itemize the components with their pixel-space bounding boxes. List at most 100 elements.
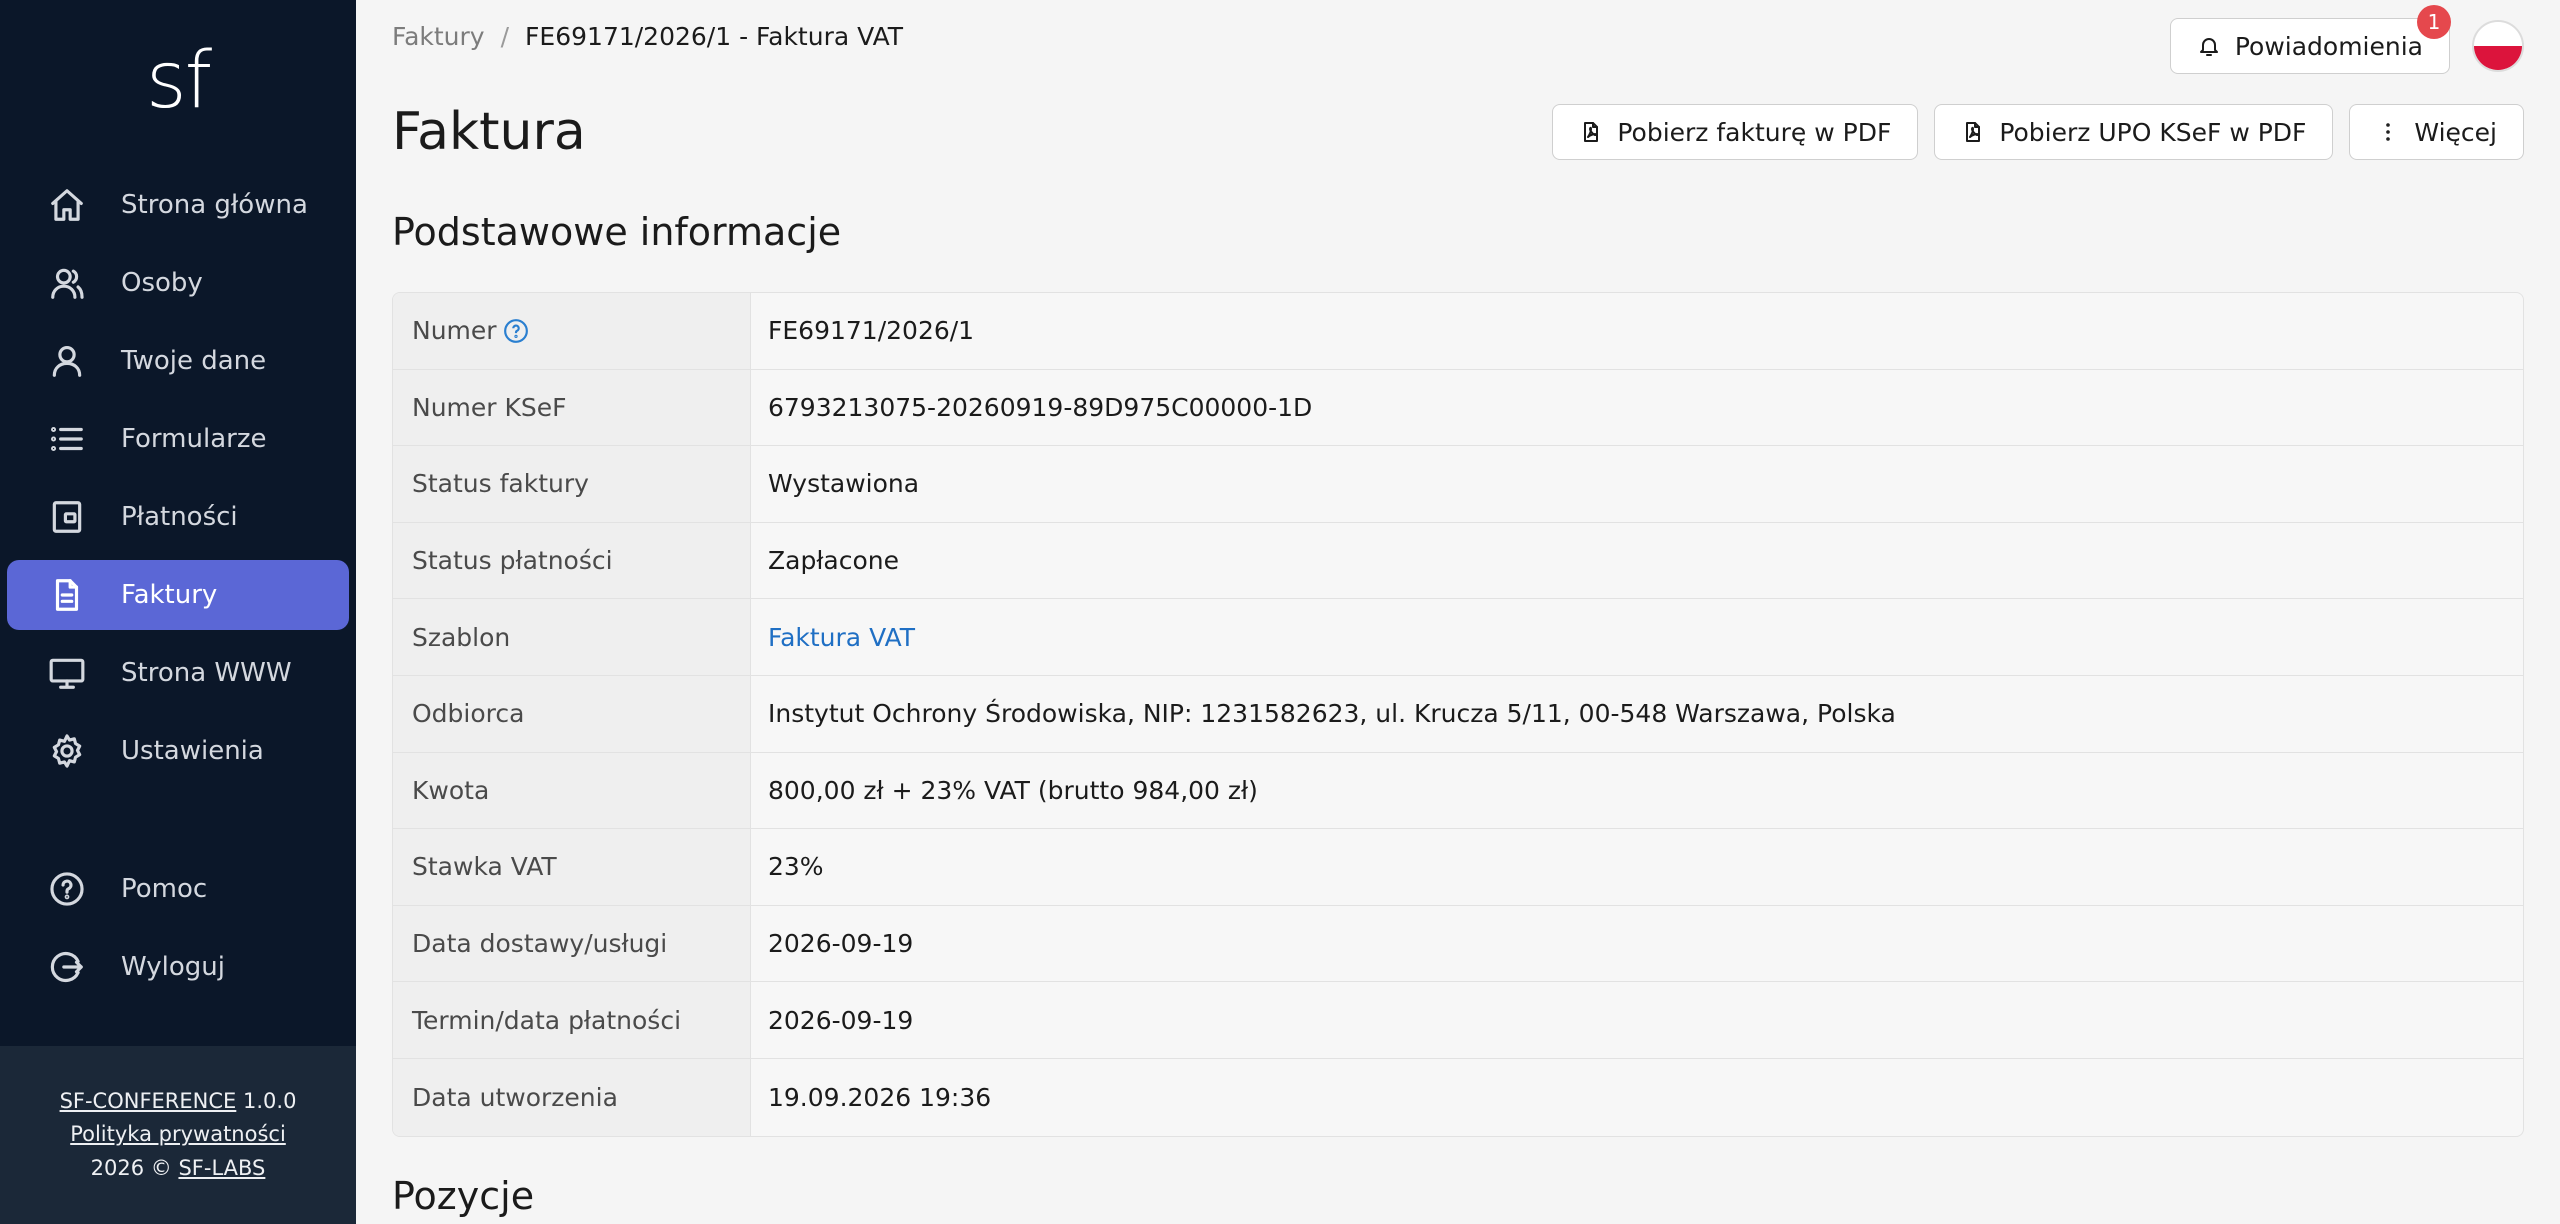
gear-icon bbox=[47, 731, 87, 771]
table-row: Stawka VAT 23% bbox=[393, 829, 2523, 906]
table-row: Termin/data płatności 2026-09-19 bbox=[393, 982, 2523, 1059]
page-actions: Pobierz fakturę w PDF Pobierz UPO KSeF w… bbox=[1552, 104, 2524, 160]
company-link[interactable]: SF-LABS bbox=[178, 1156, 265, 1180]
document-icon bbox=[47, 575, 87, 615]
people-icon bbox=[47, 263, 87, 303]
page-title: Faktura bbox=[392, 102, 586, 162]
download-upo-pdf-label: Pobierz UPO KSeF w PDF bbox=[1999, 117, 2307, 147]
download-upo-pdf-button[interactable]: Pobierz UPO KSeF w PDF bbox=[1934, 104, 2334, 160]
more-label: Więcej bbox=[2414, 117, 2497, 147]
invoice-details-table: Numer FE69171/2026/1 Numer KSeF 67932130… bbox=[392, 292, 2524, 1137]
row-label-text: Numer bbox=[412, 316, 497, 346]
notifications-button[interactable]: Powiadomienia 1 bbox=[2169, 5, 2451, 74]
section-title-items: Pozycje bbox=[392, 1174, 535, 1218]
row-value: 23% bbox=[768, 852, 824, 882]
row-value: Wystawiona bbox=[768, 469, 920, 499]
sidebar-item-profile[interactable]: Twoje dane bbox=[7, 326, 349, 396]
sidebar-item-label: Strona główna bbox=[121, 190, 308, 220]
row-value: 19.09.2026 19:36 bbox=[768, 1082, 992, 1112]
sidebar-item-label: Faktury bbox=[121, 580, 218, 610]
row-label: Status faktury bbox=[393, 446, 751, 522]
sidebar-item-label: Twoje dane bbox=[121, 346, 267, 376]
table-row: Numer KSeF 6793213075-20260919-89D975C00… bbox=[393, 369, 2523, 447]
breadcrumb: Faktury / FE69171/2026/1 - Faktura VAT bbox=[392, 22, 903, 51]
question-circle-icon[interactable] bbox=[503, 318, 529, 344]
table-row: Szablon Faktura VAT bbox=[393, 599, 2523, 676]
section-title-basic-info: Podstawowe informacje bbox=[392, 210, 842, 254]
pdf-file-icon bbox=[1584, 122, 1599, 142]
monitor-icon bbox=[47, 653, 87, 693]
breadcrumb-current: FE69171/2026/1 - Faktura VAT bbox=[525, 22, 904, 51]
sidebar-item-logout[interactable]: Wyloguj bbox=[7, 932, 349, 1002]
row-value: 2026-09-19 bbox=[768, 929, 914, 959]
main-nav: Strona główna Osoby Twoje dane Formularz… bbox=[0, 170, 356, 794]
row-value: 6793213075-20260919-89D975C00000-1D bbox=[768, 392, 1313, 422]
notifications-label: Powiadomienia bbox=[2234, 31, 2423, 61]
sidebar-item-settings[interactable]: Ustawienia bbox=[7, 716, 349, 786]
sidebar-item-label: Wyloguj bbox=[121, 952, 225, 982]
row-value: 800,00 zł + 23% VAT (brutto 984,00 zł) bbox=[768, 775, 1258, 805]
table-row: Status faktury Wystawiona bbox=[393, 446, 2523, 523]
sidebar-item-forms[interactable]: Formularze bbox=[7, 404, 349, 474]
table-row: Kwota 800,00 zł + 23% VAT (brutto 984,00… bbox=[393, 752, 2523, 830]
sidebar-item-payments[interactable]: Płatności bbox=[7, 482, 349, 552]
row-label: Numer bbox=[393, 293, 751, 369]
download-invoice-pdf-label: Pobierz fakturę w PDF bbox=[1617, 117, 1892, 147]
row-label: Stawka VAT bbox=[393, 829, 751, 905]
sidebar-item-website[interactable]: Strona WWW bbox=[7, 638, 349, 708]
table-row: Data dostawy/usługi 2026-09-19 bbox=[393, 905, 2523, 983]
sidebar-item-label: Pomoc bbox=[121, 874, 208, 904]
row-label: Odbiorca bbox=[393, 675, 751, 752]
row-label: Termin/data płatności bbox=[393, 982, 751, 1058]
sidebar-item-label: Osoby bbox=[121, 268, 203, 298]
app-version: 1.0.0 bbox=[243, 1089, 297, 1114]
logo[interactable]: sf bbox=[0, 0, 356, 170]
row-value: FE69171/2026/1 bbox=[768, 316, 975, 346]
bottom-nav: Pomoc Wyloguj bbox=[0, 854, 356, 1010]
help-icon bbox=[47, 869, 87, 909]
title-row: Faktura Pobierz fakturę w PDF Pobierz UP… bbox=[392, 102, 2524, 162]
main-content: Faktury / FE69171/2026/1 - Faktura VAT P… bbox=[356, 0, 2560, 1224]
copyright-text: 2026 © bbox=[90, 1155, 172, 1180]
bell-icon bbox=[2199, 38, 2218, 56]
row-label: Numer KSeF bbox=[393, 369, 751, 446]
sidebar-item-label: Płatności bbox=[121, 502, 238, 532]
notifications-badge: 1 bbox=[2417, 5, 2451, 39]
sidebar-item-home[interactable]: Strona główna bbox=[7, 170, 349, 240]
app-version-line: SF-CONFERENCE 1.0.0 bbox=[0, 1089, 356, 1114]
template-link[interactable]: Faktura VAT bbox=[751, 599, 2523, 675]
pdf-file-icon bbox=[1966, 122, 1981, 142]
row-value: Zapłacone bbox=[768, 546, 900, 576]
table-row: Numer FE69171/2026/1 bbox=[393, 293, 2523, 370]
sidebar-item-invoices[interactable]: Faktury bbox=[7, 560, 349, 630]
privacy-policy-link[interactable]: Polityka prywatności bbox=[70, 1122, 286, 1146]
table-row: Status płatności Zapłacone bbox=[393, 522, 2523, 600]
copyright-line: 2026 © SF-LABS bbox=[0, 1156, 356, 1181]
wallet-icon bbox=[47, 497, 87, 537]
list-icon bbox=[47, 419, 87, 459]
sidebar-item-label: Ustawienia bbox=[121, 736, 264, 766]
breadcrumb-separator: / bbox=[500, 22, 510, 51]
language-flag-pl[interactable] bbox=[2472, 20, 2524, 72]
row-value: Instytut Ochrony Środowiska, NIP: 123158… bbox=[768, 699, 1896, 729]
sidebar-item-people[interactable]: Osoby bbox=[7, 248, 349, 318]
sidebar-item-label: Strona WWW bbox=[121, 658, 292, 688]
logout-icon bbox=[47, 947, 87, 987]
app-name-link[interactable]: SF-CONFERENCE bbox=[60, 1089, 237, 1113]
more-button[interactable]: Więcej bbox=[2349, 104, 2524, 160]
sidebar-item-label: Formularze bbox=[121, 424, 267, 454]
sidebar: sf Strona główna Osoby Twoje dane Formul… bbox=[0, 0, 356, 1224]
row-label: Status płatności bbox=[393, 522, 751, 599]
sidebar-item-help[interactable]: Pomoc bbox=[7, 854, 349, 924]
top-right-controls: Powiadomienia 1 bbox=[2169, 5, 2524, 74]
breadcrumb-parent[interactable]: Faktury bbox=[392, 22, 485, 51]
row-label: Kwota bbox=[393, 752, 751, 829]
download-invoice-pdf-button[interactable]: Pobierz fakturę w PDF bbox=[1552, 104, 1919, 160]
table-row: Odbiorca Instytut Ochrony Środowiska, NI… bbox=[393, 675, 2523, 753]
table-row: Data utworzenia 19.09.2026 19:36 bbox=[393, 1058, 2523, 1136]
home-icon bbox=[47, 185, 87, 225]
row-value: 2026-09-19 bbox=[768, 1005, 914, 1035]
row-label: Szablon bbox=[393, 599, 751, 675]
row-label: Data dostawy/usługi bbox=[393, 905, 751, 982]
